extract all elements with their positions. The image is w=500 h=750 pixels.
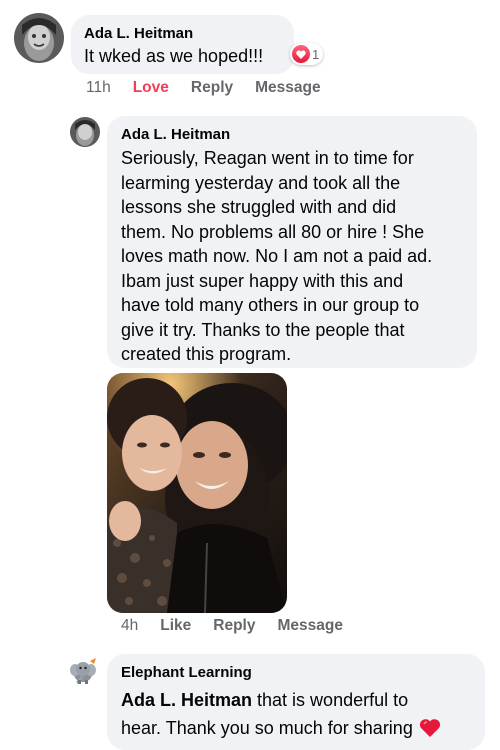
love-button[interactable]: Love <box>133 79 169 97</box>
reply-bubble: Elephant Learning Ada L. Heitman that is… <box>107 654 485 750</box>
reply-text-line: Ibam just super happy with this and <box>121 270 404 291</box>
reply-avatar[interactable] <box>70 117 100 147</box>
reply-text-line: Seriously, Reagan went in to time for <box>121 148 414 168</box>
reply-text-line: have told many others in our group to <box>121 295 420 315</box>
reply-text-line: loves math now. No I am not a paid ad. <box>121 246 433 266</box>
comment-actions: 11h Love Reply Message <box>86 79 343 97</box>
elephant-avatar[interactable] <box>68 655 100 687</box>
reply-bubble: Ada L. Heitman Seriously, Reagan went in… <box>107 116 477 368</box>
reply-author[interactable]: Elephant Learning <box>121 664 471 681</box>
heart-emoji-icon <box>419 718 441 738</box>
reply-text-line: them. No problems all 80 or hire ! She <box>121 221 425 242</box>
reply-text-line: that is wonderful to <box>252 690 409 710</box>
message-button[interactable]: Message <box>255 79 320 97</box>
reply-actions: 4h Like Reply Message <box>121 617 365 635</box>
reaction-count: 1 <box>312 46 320 62</box>
reply-author[interactable]: Ada L. Heitman <box>121 126 463 143</box>
comment-text: It wked as we hoped!!! <box>84 46 264 66</box>
reply-button[interactable]: Reply <box>213 617 255 635</box>
reply-text-line: lessons she struggled with and did <box>121 197 397 217</box>
reply-text-line: created this program. <box>121 344 292 364</box>
reply-text-line: hear. Thank you so much for sharing <box>121 718 413 738</box>
reply-time[interactable]: 4h <box>121 617 138 635</box>
message-button[interactable]: Message <box>277 617 342 635</box>
reply-text: Seriously, Reagan went in to time for le… <box>121 146 463 367</box>
reply-text-line: learming yesterday and took all the <box>121 172 401 193</box>
mention-link[interactable]: Ada L. Heitman <box>121 690 252 710</box>
comment-author[interactable]: Ada L. Heitman <box>84 25 281 42</box>
attached-photo[interactable] <box>107 373 287 613</box>
reaction-badge[interactable]: 1 <box>290 43 324 65</box>
comment-time[interactable]: 11h <box>86 79 111 97</box>
reply-text-line: give it try. Thanks to the people that <box>121 319 405 340</box>
comment-bubble: Ada L. Heitman It wked as we hoped!!! <box>71 15 294 74</box>
reply-button[interactable]: Reply <box>191 79 233 97</box>
avatar[interactable] <box>14 13 64 63</box>
heart-reaction-icon <box>292 45 310 63</box>
like-button[interactable]: Like <box>160 617 191 635</box>
reply-text: Ada L. Heitman that is wonderful to hear… <box>121 686 471 742</box>
